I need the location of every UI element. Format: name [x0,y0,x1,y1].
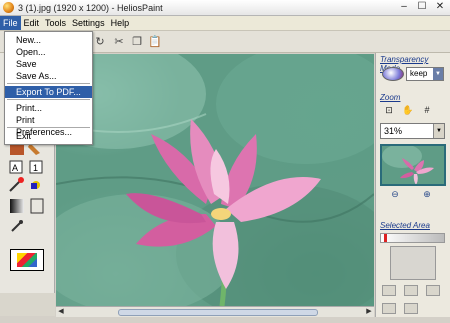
menu-bar: File Edit Tools Settings Help [0,16,450,31]
menu-help[interactable]: Help [108,16,133,30]
scroll-right-icon[interactable]: ▶ [364,307,374,317]
zoom-hand-icon[interactable]: ✋ [401,104,415,116]
color-palette-button[interactable] [10,249,44,271]
crop-icon [30,198,44,214]
transparency-icon [382,67,404,81]
file-menu-open[interactable]: Open... [5,46,92,58]
selected-area-title: Selected Area [380,221,430,230]
selection-button[interactable] [404,303,418,314]
palette-footer [0,293,55,316]
transparency-mode-select[interactable]: keep ▼ [406,67,444,81]
app-icon [3,2,14,13]
minimize-button[interactable]: – [398,2,410,13]
selection-button[interactable] [404,285,418,296]
close-button[interactable]: ✕ [434,2,446,13]
window-controls: – ☐ ✕ [398,2,446,13]
file-menu: New... Open... Save Save As... Export To… [4,31,93,145]
magic-wand-icon [9,177,24,192]
copy-icon[interactable]: ❐ [130,35,144,49]
navigator-thumbnail[interactable] [380,144,446,186]
menu-separator [7,83,90,85]
file-menu-save[interactable]: Save [5,58,92,70]
horizontal-scrollbar[interactable]: ◀ ▶ [56,306,374,317]
cut-icon[interactable]: ✂ [112,35,126,49]
lotus-image [56,54,374,306]
file-menu-export-pdf[interactable]: Export To PDF... [5,86,92,98]
svg-text:A: A [12,163,18,173]
scroll-thumb[interactable] [118,309,318,316]
menu-edit[interactable]: Edit [21,16,43,30]
selection-button[interactable] [382,285,396,296]
selection-slider[interactable] [380,233,445,243]
eyedropper-icon [11,220,23,232]
right-panel: Transparency Mode keep ▼ Zoom ⊡ ✋ # 31% … [375,53,450,317]
scroll-left-icon[interactable]: ◀ [56,307,66,317]
file-menu-new[interactable]: New... [5,34,92,46]
menu-file[interactable]: File [0,16,21,30]
title-bar: 3 (1).jpg (1920 x 1200) - HeliosPaint – … [0,0,450,16]
menu-item-label: Exit [16,131,32,141]
transparency-mode-value: keep [410,69,428,78]
zoom-fit-icon[interactable]: ⊡ [382,104,396,116]
text-icon: A [9,160,23,174]
image-canvas[interactable] [56,54,374,306]
zoom-grid-icon[interactable]: # [420,104,434,116]
gradient-icon [10,199,24,213]
menu-item-label: Open... [16,47,46,57]
menu-item-label: Save As... [16,71,57,81]
redo-icon[interactable]: ↻ [93,35,107,49]
svg-text:1: 1 [33,163,38,173]
zoom-value: 31% [384,126,403,136]
menu-item-label: Print... [16,103,43,113]
zoom-title: Zoom [380,93,401,102]
file-menu-print-preferences[interactable]: Print Preferences... [5,114,92,137]
paste-icon[interactable]: 📋 [148,35,162,49]
chevron-down-icon[interactable]: ▼ [433,124,444,138]
menu-tools[interactable]: Tools [42,16,69,30]
number-icon: 1 [29,160,43,174]
selection-button[interactable] [426,285,440,296]
menu-item-label: New... [16,35,42,45]
file-menu-save-as[interactable]: Save As... [5,70,92,82]
zoom-out-icon[interactable]: ⊖ [388,188,402,200]
window-title: 3 (1).jpg (1920 x 1200) - HeliosPaint [18,2,163,13]
maximize-button[interactable]: ☐ [416,2,428,13]
menu-settings[interactable]: Settings [69,16,108,30]
chevron-down-icon[interactable]: ▼ [433,68,443,80]
shapes-icon [31,181,40,189]
selection-button[interactable] [382,303,396,314]
file-menu-print[interactable]: Print... [5,102,92,114]
selection-preview [390,246,436,280]
zoom-select[interactable]: 31% ▼ [380,123,445,139]
menu-separator [7,99,90,101]
navigator-image [382,146,444,184]
menu-item-label: Export To PDF... [16,87,81,97]
zoom-in-icon[interactable]: ⊕ [420,188,434,200]
menu-item-label: Save [16,59,37,69]
